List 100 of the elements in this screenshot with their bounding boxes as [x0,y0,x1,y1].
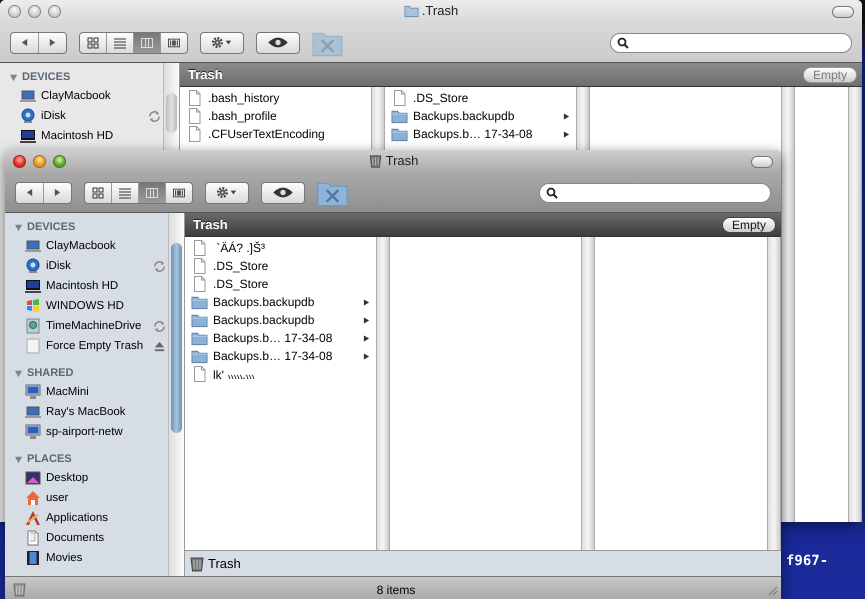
scroll-bar[interactable] [163,63,179,150]
disclosure-triangle-icon[interactable] [14,454,23,464]
folder-icon [404,4,419,18]
folder-title: Trash [193,217,228,232]
window-control[interactable] [8,5,21,18]
scroll-bar[interactable] [581,237,595,550]
sync-icon[interactable] [153,260,166,272]
scroll-bar[interactable] [168,213,184,576]
file-icon [191,366,208,382]
file-item[interactable]: .bash_profile [180,107,371,125]
folder-title: Trash [188,67,223,82]
file-item[interactable]: .DS_Store [185,275,376,293]
action-menu-button[interactable] [205,182,249,204]
file-item[interactable]: .DS_Store [185,257,376,275]
section-heading: PLACES [27,453,72,465]
empty-button[interactable]: Empty [802,66,857,82]
monitor-icon [25,384,41,400]
window-control[interactable] [13,155,26,168]
window-control[interactable] [53,155,66,168]
file-icon [186,90,203,106]
timemachine-icon [25,318,41,334]
toolbar-toggle-button[interactable] [832,6,854,18]
file-item[interactable]: Backups.b… 17-34-08 [385,125,576,143]
quick-look-button[interactable] [261,182,305,204]
list-icon [119,186,131,198]
trash-icon [190,556,204,572]
file-item[interactable]: Backups.b… 17-34-08 [185,329,376,347]
window-control[interactable] [28,5,41,18]
sidebar-item[interactable]: WINDOWS HD [5,296,168,316]
cover-flow-icon [173,186,185,198]
sidebar-item[interactable]: Macintosh HD [5,276,168,296]
right-triangle-icon [48,38,57,47]
idisk-icon [20,108,36,124]
sidebar-item[interactable]: iDisk [0,106,163,126]
empty-button[interactable]: Empty [722,216,776,232]
scroll-bar[interactable] [767,237,781,550]
file-item[interactable]: `ÄÁ? .]Š³ [185,239,376,257]
scroll-bar[interactable] [848,87,862,522]
trash-icon [13,582,26,597]
scroll-bar[interactable] [576,87,590,150]
quick-look-button[interactable] [256,32,300,54]
sidebar-item[interactable]: user [5,488,168,508]
sidebar-item[interactable]: Documents [5,528,168,548]
left-triangle-icon [25,188,34,197]
search-field[interactable] [610,32,852,52]
cover-flow-icon [168,36,180,48]
file-item[interactable]: .DS_Store [385,89,576,107]
sync-icon[interactable] [148,110,161,122]
disclosure-arrow-icon [363,316,370,324]
window-control[interactable] [48,5,61,18]
columns-icon [141,36,153,48]
path-label[interactable]: Trash [208,556,241,571]
disclosure-arrow-icon [363,352,370,360]
disclosure-arrow-icon [563,112,570,120]
file-item[interactable]: Backups.b… 17-34-08 [185,347,376,365]
file-icon [391,90,408,106]
sidebar-item[interactable]: Macintosh HD [0,126,163,146]
file-item[interactable]: lk' ៶៶៶៶៶.៶៶៶ [185,365,376,383]
sidebar-item[interactable]: MacMini [5,382,168,402]
file-item[interactable]: Backups.backupdb [185,311,376,329]
sidebar-item[interactable]: Applications [5,508,168,528]
disclosure-triangle-icon[interactable] [14,368,23,378]
sidebar-item[interactable]: ClayMacbook [0,86,163,106]
sidebar-item[interactable]: iDisk [5,256,168,276]
folder-icon [391,126,408,142]
sync-icon[interactable] [153,320,166,332]
file-item[interactable]: .bash_history [180,89,371,107]
disclosure-triangle-icon[interactable] [9,72,18,82]
file-item[interactable]: .CFUserTextEncoding [180,125,371,143]
disclosure-arrow-icon [563,130,570,138]
search-icon [617,36,629,48]
hd-icon [20,128,36,144]
file-icon [191,276,208,292]
laptop-icon [25,404,41,420]
window-control[interactable] [33,155,46,168]
resize-grip-icon[interactable] [766,584,778,596]
file-item[interactable]: Backups.backupdb [385,107,576,125]
disclosure-triangle-icon[interactable] [14,222,23,232]
file-icon [191,240,208,256]
scroll-bar[interactable] [781,87,795,522]
section-heading: SHARED [27,367,74,379]
action-menu-button[interactable] [200,32,244,54]
sidebar-item[interactable]: Ray's MacBook [5,402,168,422]
sidebar-item[interactable]: Force Empty Trash [5,336,168,356]
sidebar-item[interactable]: ClayMacbook [5,236,168,256]
folder-icon [191,294,208,310]
sidebar-item[interactable]: Movies [5,548,168,568]
view-mode-switcher[interactable] [79,32,188,54]
search-field[interactable] [539,182,771,202]
sidebar-item[interactable]: Desktop [5,468,168,488]
scroll-bar[interactable] [376,237,390,550]
section-heading: DEVICES [27,221,76,233]
sidebar-item[interactable]: sp-airport-netw [5,422,168,442]
toolbar-toggle-button[interactable] [751,156,773,168]
eject-icon[interactable] [153,340,166,352]
scroll-bar[interactable] [371,87,385,150]
view-mode-switcher[interactable] [84,182,193,204]
file-item[interactable]: Backups.backupdb [185,293,376,311]
file-icon [191,258,208,274]
sidebar-item[interactable]: TimeMachineDrive [5,316,168,336]
